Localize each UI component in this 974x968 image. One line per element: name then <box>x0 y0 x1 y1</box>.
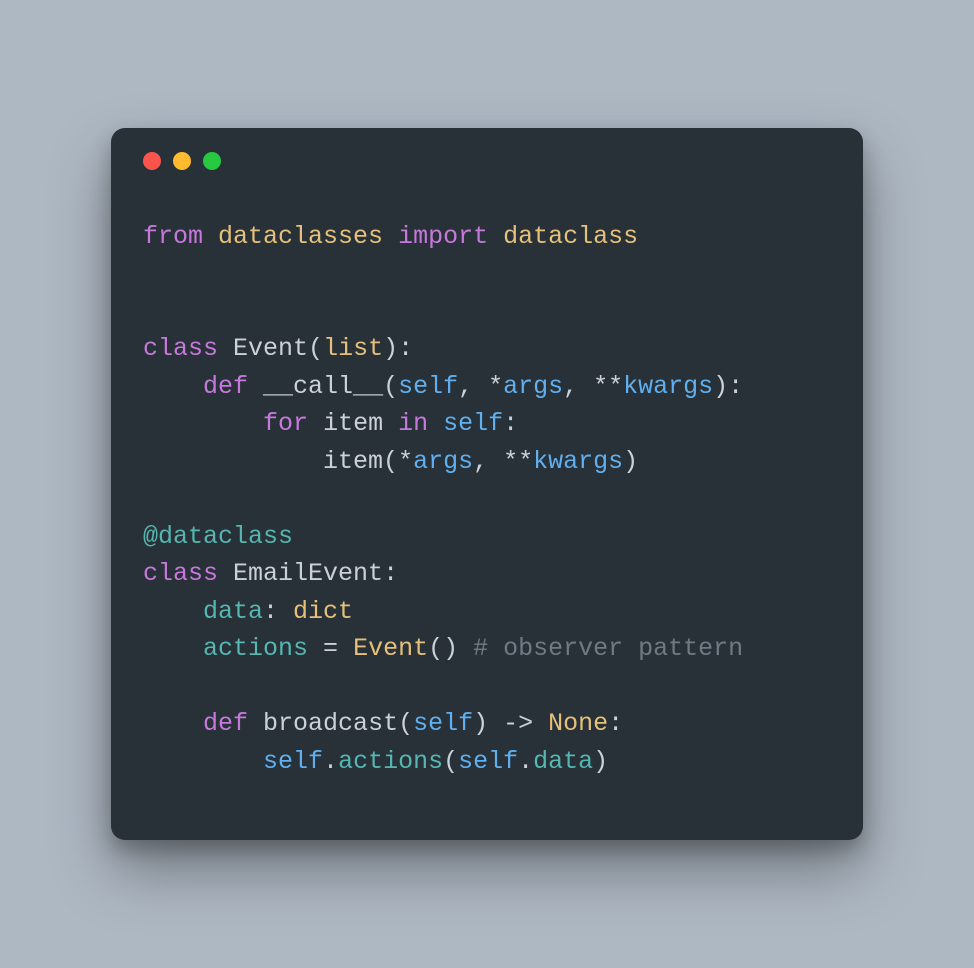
module-name: dataclasses <box>218 222 383 251</box>
return-type: None <box>548 709 608 738</box>
code-line: from dataclasses import dataclass <box>143 222 638 251</box>
args-param: args <box>503 372 563 401</box>
equals: = <box>308 634 353 663</box>
colon: : <box>383 559 398 588</box>
self-ref: self <box>263 747 323 776</box>
keyword-in: in <box>398 409 428 438</box>
comment: # observer pattern <box>473 634 743 663</box>
code-line: item(*args, **kwargs) <box>143 447 638 476</box>
method-name: __call__ <box>263 372 383 401</box>
paren: ): <box>713 372 743 401</box>
attr-name: actions <box>203 634 308 663</box>
comma: , ** <box>473 447 533 476</box>
import-name: dataclass <box>503 222 638 251</box>
keyword-def: def <box>203 709 248 738</box>
ctor-name: Event <box>353 634 428 663</box>
decorator: @dataclass <box>143 522 293 551</box>
type-name: dict <box>293 597 353 626</box>
self-param: self <box>398 372 458 401</box>
keyword-import: import <box>398 222 488 251</box>
attr-ref: data <box>533 747 593 776</box>
close-icon[interactable] <box>143 152 161 170</box>
code-line: def broadcast(self) -> None: <box>143 709 623 738</box>
paren: ) <box>623 447 638 476</box>
args-param: args <box>413 447 473 476</box>
keyword-def: def <box>203 372 248 401</box>
colon: : <box>503 409 518 438</box>
call-name: item <box>323 447 383 476</box>
self-ref: self <box>458 747 518 776</box>
comma: , ** <box>563 372 623 401</box>
kwargs-param: kwargs <box>623 372 713 401</box>
attr-name: data <box>203 597 263 626</box>
self-param: self <box>413 709 473 738</box>
keyword-class: class <box>143 334 218 363</box>
colon: : <box>608 709 623 738</box>
code-line: for item in self: <box>143 409 518 438</box>
paren: ( <box>398 709 413 738</box>
dot: . <box>323 747 338 776</box>
method-name: broadcast <box>263 709 398 738</box>
paren: ( <box>383 372 398 401</box>
paren: ( <box>443 747 458 776</box>
code-line: class EmailEvent: <box>143 559 398 588</box>
comma: , * <box>458 372 503 401</box>
code-line: @dataclass <box>143 522 293 551</box>
base-class: list <box>323 334 383 363</box>
window-titlebar <box>111 128 863 170</box>
paren: ) <box>593 747 608 776</box>
minimize-icon[interactable] <box>173 152 191 170</box>
self-ref: self <box>443 409 503 438</box>
code-line: def __call__(self, *args, **kwargs): <box>143 372 743 401</box>
dot: . <box>518 747 533 776</box>
keyword-from: from <box>143 222 203 251</box>
code-line: class Event(list): <box>143 334 413 363</box>
paren: (* <box>383 447 413 476</box>
paren: ): <box>383 334 413 363</box>
loop-var: item <box>323 409 383 438</box>
code-window: from dataclasses import dataclass class … <box>111 128 863 841</box>
class-name: EmailEvent <box>233 559 383 588</box>
code-line: data: dict <box>143 597 353 626</box>
colon: : <box>263 597 293 626</box>
class-name: Event <box>233 334 308 363</box>
keyword-for: for <box>263 409 308 438</box>
keyword-class: class <box>143 559 218 588</box>
code-block: from dataclasses import dataclass class … <box>111 170 863 841</box>
code-line: actions = Event() # observer pattern <box>143 634 743 663</box>
kwargs-param: kwargs <box>533 447 623 476</box>
paren: ( <box>308 334 323 363</box>
zoom-icon[interactable] <box>203 152 221 170</box>
code-line: self.actions(self.data) <box>143 747 608 776</box>
paren: ) -> <box>473 709 548 738</box>
paren: () <box>428 634 473 663</box>
attr-ref: actions <box>338 747 443 776</box>
